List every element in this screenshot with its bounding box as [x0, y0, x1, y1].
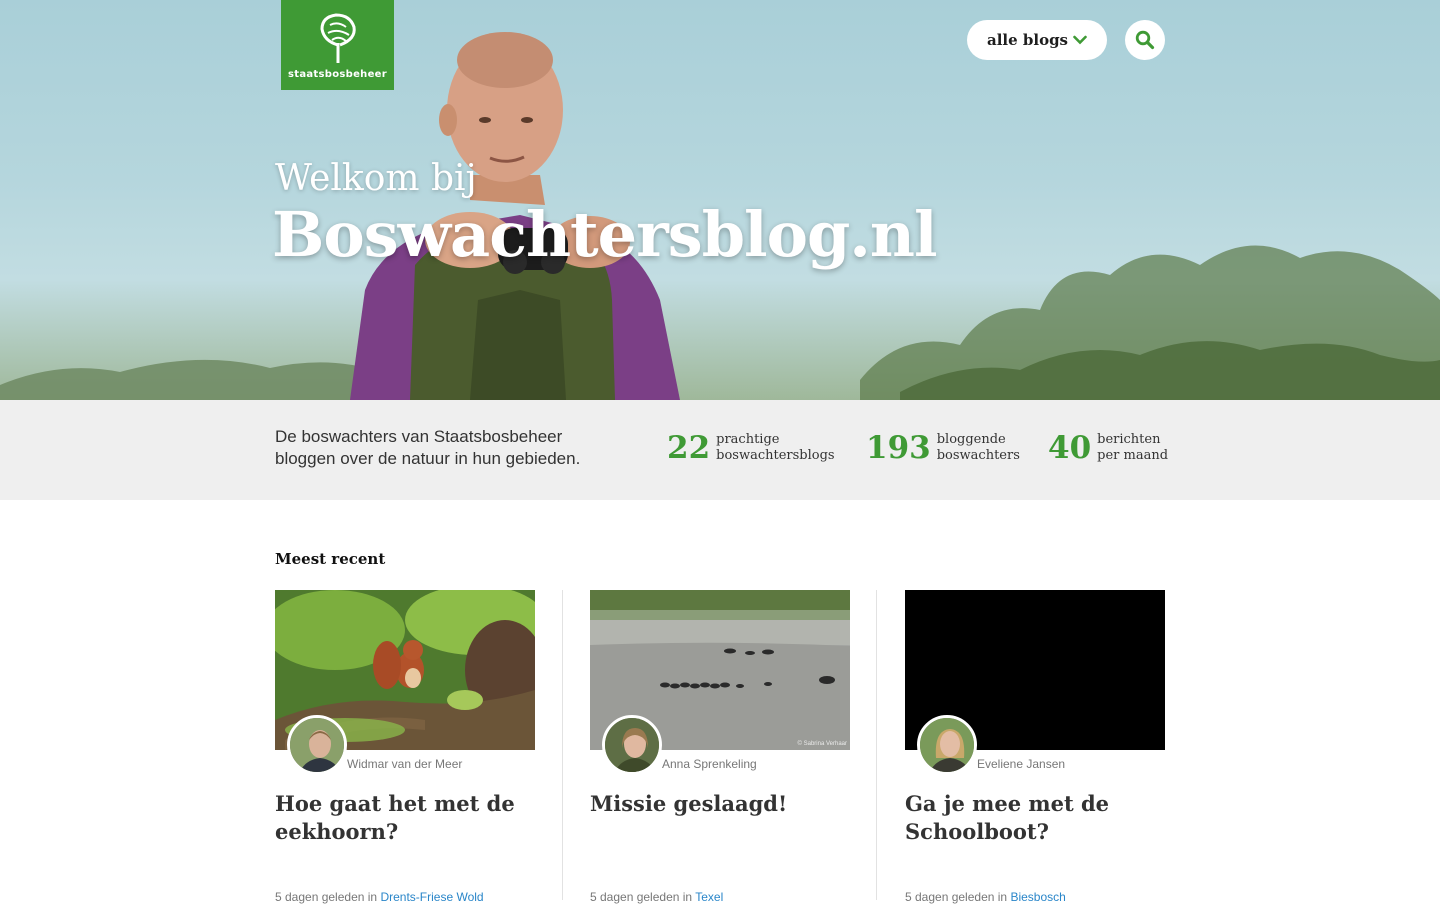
post-title[interactable]: Ga je mee met de Schoolboot? — [905, 790, 1165, 846]
stat-number: 193 — [866, 430, 931, 466]
author-name[interactable]: Eveliene Jansen — [977, 757, 1065, 771]
stat-number: 40 — [1048, 430, 1092, 466]
post-card[interactable]: © Sabrina Verhaar Anna Sprenkeling Missi… — [590, 590, 850, 904]
post-title[interactable]: Hoe gaat het met de eekhoorn? — [275, 790, 535, 846]
tree-logo-icon — [319, 13, 356, 63]
staatsbosbeheer-logo[interactable]: staatsbosbeheer — [281, 0, 394, 90]
recent-heading: Meest recent — [275, 550, 386, 568]
column-divider — [562, 590, 563, 900]
intro-text: De boswachters van Staatsbosbeheer blogg… — [275, 427, 581, 468]
post-in: in — [997, 890, 1008, 904]
post-meta: 5 dagen geleden in Texel — [590, 890, 723, 904]
author-avatar[interactable] — [917, 715, 977, 775]
stat-label-line: berichten — [1097, 432, 1161, 447]
blogs-select[interactable]: alle blogs — [967, 20, 1107, 60]
stat-bloggers: 193 bloggende boswachters — [866, 430, 1020, 466]
post-area-link[interactable]: Drents-Friese Wold — [380, 890, 483, 904]
post-in: in — [682, 890, 693, 904]
post-in: in — [367, 890, 378, 904]
post-area-link[interactable]: Biesbosch — [1010, 890, 1065, 904]
hero-banner: staatsbosbeheer alle blogs Welkom bij Bo… — [0, 0, 1440, 400]
stat-label-line: boswachters — [936, 448, 1020, 463]
stat-label-line: per maand — [1097, 448, 1169, 463]
author-name[interactable]: Anna Sprenkeling — [662, 757, 757, 771]
chevron-down-icon — [1073, 35, 1087, 45]
post-card[interactable]: Eveliene Jansen Ga je mee met de Schoolb… — [905, 590, 1165, 904]
author-name[interactable]: Widmar van der Meer — [347, 757, 462, 771]
site-title: Boswachtersblog.nl — [272, 198, 938, 271]
post-time: 5 dagen geleden — [905, 890, 995, 904]
post-title[interactable]: Missie geslaagd! — [590, 790, 850, 818]
blogs-select-label: alle blogs — [987, 31, 1069, 49]
post-time: 5 dagen geleden — [590, 890, 680, 904]
stat-blogs: 22 prachtige boswachtersblogs — [667, 430, 835, 466]
search-button[interactable] — [1125, 20, 1165, 60]
stat-label-line: bloggende — [936, 432, 1006, 447]
author-photo — [605, 718, 659, 772]
post-meta: 5 dagen geleden in Drents-Friese Wold — [275, 890, 484, 904]
stats-bar: De boswachters van Staatsbosbeheer blogg… — [0, 400, 1440, 500]
stat-label: prachtige boswachtersblogs — [716, 432, 834, 464]
author-photo — [290, 718, 344, 772]
author-photo — [920, 718, 974, 772]
search-icon — [1135, 30, 1155, 50]
author-avatar[interactable] — [287, 715, 347, 775]
column-divider — [876, 590, 877, 900]
logo-text: staatsbosbeheer — [288, 69, 387, 80]
stat-number: 22 — [667, 430, 711, 466]
post-meta: 5 dagen geleden in Biesbosch — [905, 890, 1066, 904]
stat-posts: 40 berichten per maand — [1048, 430, 1168, 466]
post-card[interactable]: Widmar van der Meer Hoe gaat het met de … — [275, 590, 535, 904]
post-time: 5 dagen geleden — [275, 890, 365, 904]
stat-label-line: prachtige — [716, 432, 780, 447]
stat-label-line: boswachtersblogs — [716, 448, 835, 463]
post-area-link[interactable]: Texel — [695, 890, 723, 904]
stat-label: bloggende boswachters — [937, 432, 1020, 464]
author-avatar[interactable] — [602, 715, 662, 775]
photo-credit: © Sabrina Verhaar — [797, 741, 847, 747]
hero-welcome: Welkom bij — [275, 158, 477, 199]
stat-label: berichten per maand — [1097, 432, 1168, 464]
